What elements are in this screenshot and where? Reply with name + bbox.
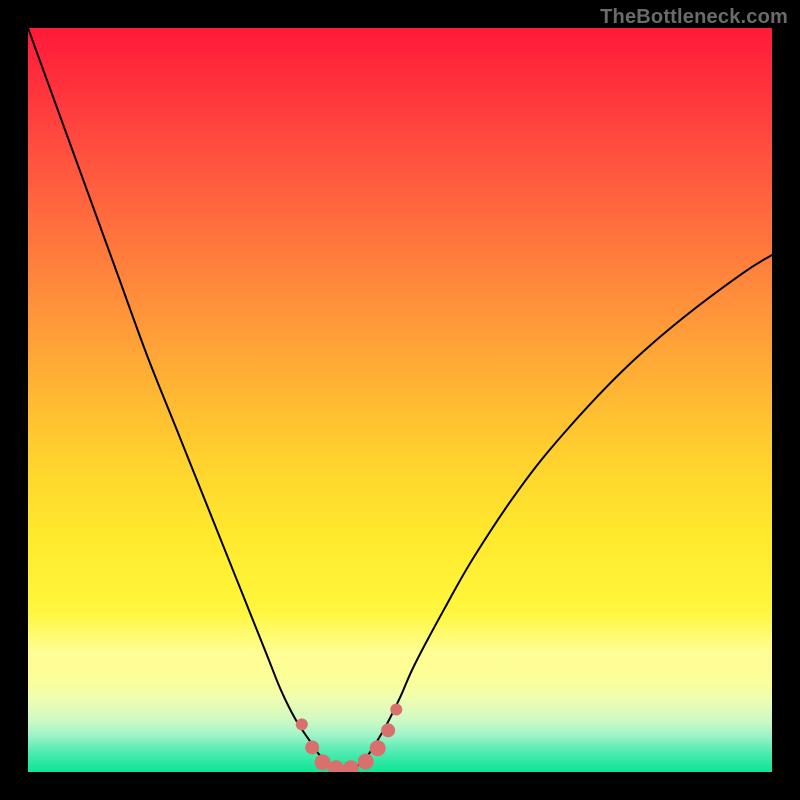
marker-dot — [305, 740, 319, 754]
marker-dot — [358, 754, 374, 770]
marker-dot — [343, 760, 359, 772]
bottom-nodes-group — [296, 704, 402, 773]
plot-area — [28, 28, 772, 772]
chart-svg — [28, 28, 772, 772]
chart-frame: TheBottleneck.com — [0, 0, 800, 800]
marker-dot — [381, 723, 395, 737]
marker-dot — [370, 740, 386, 756]
marker-dot — [390, 704, 402, 716]
marker-dot — [296, 718, 308, 730]
watermark-text: TheBottleneck.com — [600, 6, 788, 29]
bottleneck-curve — [28, 28, 772, 769]
